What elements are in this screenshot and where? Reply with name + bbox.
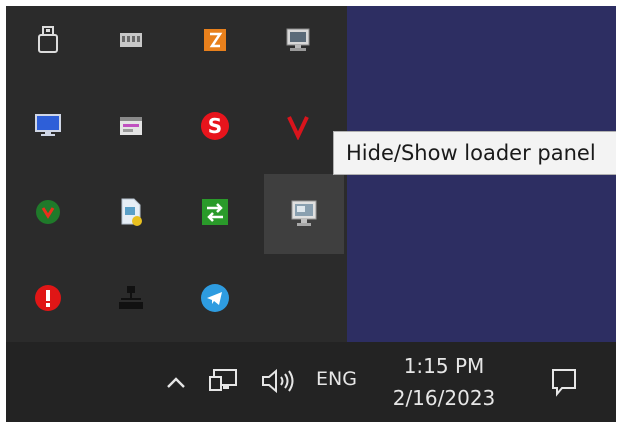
- red-s-app-icon[interactable]: S: [195, 106, 235, 146]
- telegram-icon[interactable]: [195, 278, 235, 318]
- chevron-up-icon[interactable]: [164, 368, 188, 396]
- memory-card-icon[interactable]: [111, 20, 151, 60]
- document-settings-icon[interactable]: [111, 192, 151, 232]
- orange-app-icon[interactable]: [195, 20, 235, 60]
- screen: S Hide/Show loader panel ENG 1:15 PM 2/1…: [6, 6, 616, 422]
- network-tree-icon[interactable]: [111, 278, 151, 318]
- green-sync-icon[interactable]: [195, 192, 235, 232]
- window-app-icon[interactable]: [111, 106, 151, 146]
- clock-date: 2/16/2023: [392, 386, 496, 410]
- usb-drive-icon[interactable]: [28, 20, 68, 60]
- tooltip: Hide/Show loader panel: [333, 131, 616, 175]
- clock[interactable]: 1:15 PM 2/16/2023: [384, 350, 504, 414]
- svg-text:S: S: [208, 114, 222, 138]
- red-v-app-icon[interactable]: [278, 106, 318, 146]
- notification-icon[interactable]: [546, 364, 582, 400]
- volume-icon[interactable]: [258, 366, 300, 396]
- loader-panel-icon[interactable]: [264, 174, 344, 254]
- tooltip-text: Hide/Show loader panel: [346, 141, 596, 165]
- taskbar: ENG 1:15 PM 2/16/2023: [6, 342, 616, 422]
- green-shield-icon[interactable]: [28, 192, 68, 232]
- display-icon[interactable]: [28, 106, 68, 146]
- network-monitor-icon[interactable]: [278, 20, 318, 60]
- hidden-icons-tray: S: [6, 6, 347, 342]
- clock-time: 1:15 PM: [403, 354, 485, 378]
- red-alert-icon[interactable]: [28, 278, 68, 318]
- network-icon[interactable]: [206, 366, 242, 396]
- language-indicator[interactable]: ENG: [316, 368, 357, 390]
